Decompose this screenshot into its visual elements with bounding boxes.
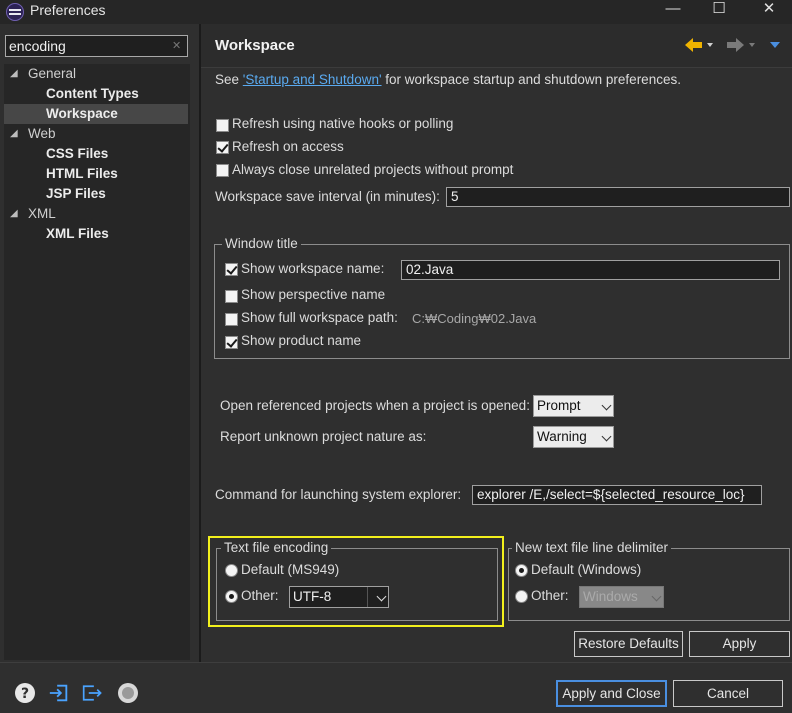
save-interval-input[interactable]: 5	[446, 187, 790, 207]
show-perspective-name-checkbox[interactable]	[225, 290, 238, 303]
tree-label: Web	[28, 126, 56, 141]
tree-item-xml-files[interactable]: XML Files	[4, 224, 190, 244]
startup-shutdown-link[interactable]: 'Startup and Shutdown'	[243, 72, 382, 87]
expanded-arrow-icon[interactable]: ◢	[10, 204, 18, 224]
footer-separator	[0, 662, 792, 663]
page-title: Workspace	[215, 37, 295, 54]
explorer-label: Command for launching system explorer:	[215, 487, 462, 502]
report-unknown-label: Report unknown project nature as:	[220, 429, 427, 444]
chevron-down-icon	[601, 431, 612, 442]
full-path-value: C:₩Coding₩02.Java	[412, 311, 537, 326]
tree-item-workspace[interactable]: Workspace	[4, 104, 188, 124]
tree-item-html-files[interactable]: HTML Files	[4, 164, 190, 184]
save-interval-label: Workspace save interval (in minutes):	[215, 189, 440, 204]
refresh-on-access-label: Refresh on access	[232, 139, 344, 154]
filter-input[interactable]: encoding	[5, 35, 188, 57]
report-unknown-value: Warning	[537, 429, 587, 444]
close-button[interactable]: ✕	[746, 0, 792, 24]
delimiter-default-label: Default (Windows)	[531, 562, 642, 577]
workspace-name-input[interactable]: 02.Java	[401, 260, 780, 280]
tree-label: Workspace	[46, 106, 118, 121]
show-product-name-label: Show product name	[241, 333, 362, 348]
apply-button[interactable]: Apply	[689, 631, 790, 657]
tree-item-content-types[interactable]: Content Types	[4, 84, 190, 104]
tree-item-jsp-files[interactable]: JSP Files	[4, 184, 190, 204]
chevron-down-icon	[601, 400, 612, 411]
open-referenced-select[interactable]: Prompt	[533, 395, 614, 417]
show-workspace-name-label: Show workspace name:	[241, 261, 385, 276]
back-arrow-icon[interactable]	[683, 35, 717, 55]
tree-item-xml[interactable]: ◢ XML	[4, 204, 190, 224]
tree-label: XML Files	[46, 226, 109, 241]
line-delimiter-legend: New text file line delimiter	[512, 540, 672, 555]
cancel-button[interactable]: Cancel	[673, 680, 783, 707]
refresh-native-label: Refresh using native hooks or polling	[232, 116, 454, 131]
delimiter-select[interactable]: Windows	[579, 586, 664, 608]
window-title-legend: Window title	[222, 236, 301, 251]
explorer-command-input[interactable]: explorer /E,/select=${selected_resource_…	[472, 485, 762, 505]
highlight-box	[208, 536, 504, 627]
close-unrelated-checkbox[interactable]	[216, 164, 229, 177]
tree-label: JSP Files	[46, 186, 106, 201]
tree-item-web[interactable]: ◢ Web	[4, 124, 190, 144]
show-product-name-checkbox[interactable]	[225, 336, 238, 349]
title-bar: Preferences — ☐ ✕	[0, 0, 792, 24]
minimize-button[interactable]: —	[650, 0, 696, 24]
export-icon[interactable]	[82, 682, 104, 704]
intro-suffix: for workspace startup and shutdown prefe…	[381, 72, 681, 87]
tree-label: HTML Files	[46, 166, 118, 181]
refresh-on-access-checkbox[interactable]	[216, 141, 229, 154]
help-icon[interactable]: ?	[14, 682, 36, 704]
svg-text:?: ?	[21, 686, 29, 702]
line-delimiter-group	[508, 548, 790, 621]
view-menu-icon[interactable]	[767, 35, 783, 55]
refresh-native-checkbox[interactable]	[216, 119, 229, 132]
restore-defaults-button[interactable]: Restore Defaults	[574, 631, 683, 657]
intro-prefix: See	[215, 72, 243, 87]
clear-filter-icon[interactable]: ✕	[172, 39, 181, 52]
tree-label: General	[28, 66, 77, 81]
tree-item-css-files[interactable]: CSS Files	[4, 144, 190, 164]
panel-divider[interactable]	[199, 24, 201, 662]
tree-label: CSS Files	[46, 146, 109, 161]
tree-label: XML	[28, 206, 56, 221]
delimiter-value: Windows	[583, 589, 638, 604]
show-full-path-label: Show full workspace path:	[241, 310, 398, 325]
chevron-down-icon	[651, 591, 662, 602]
open-referenced-value: Prompt	[537, 398, 581, 413]
delimiter-other-radio[interactable]	[515, 590, 528, 603]
eclipse-app-icon	[6, 3, 24, 21]
report-unknown-select[interactable]: Warning	[533, 426, 614, 448]
oomph-icon[interactable]	[117, 682, 139, 704]
show-workspace-name-checkbox[interactable]	[225, 263, 238, 276]
delimiter-default-radio[interactable]	[515, 564, 528, 577]
expanded-arrow-icon[interactable]: ◢	[10, 64, 18, 84]
show-perspective-name-label: Show perspective name	[241, 287, 386, 302]
window-title: Preferences	[30, 2, 106, 18]
forward-arrow-icon[interactable]	[725, 35, 759, 55]
preference-tree: ◢ General Content Types Workspace ◢ Web …	[4, 64, 190, 660]
apply-and-close-button[interactable]: Apply and Close	[556, 680, 667, 707]
tree-item-general[interactable]: ◢ General	[4, 64, 190, 84]
expanded-arrow-icon[interactable]: ◢	[10, 124, 18, 144]
delimiter-other-label: Other:	[531, 588, 569, 603]
page-header: Workspace	[201, 24, 792, 68]
open-referenced-label: Open referenced projects when a project …	[220, 398, 530, 413]
show-full-path-checkbox[interactable]	[225, 313, 238, 326]
tree-label: Content Types	[46, 86, 139, 101]
maximize-button[interactable]: ☐	[696, 0, 742, 24]
intro-text: See 'Startup and Shutdown' for workspace…	[215, 72, 681, 87]
import-icon[interactable]	[48, 682, 70, 704]
close-unrelated-label: Always close unrelated projects without …	[232, 162, 514, 177]
preference-navigator: encoding ✕ ◢ General Content Types Works…	[0, 24, 198, 662]
